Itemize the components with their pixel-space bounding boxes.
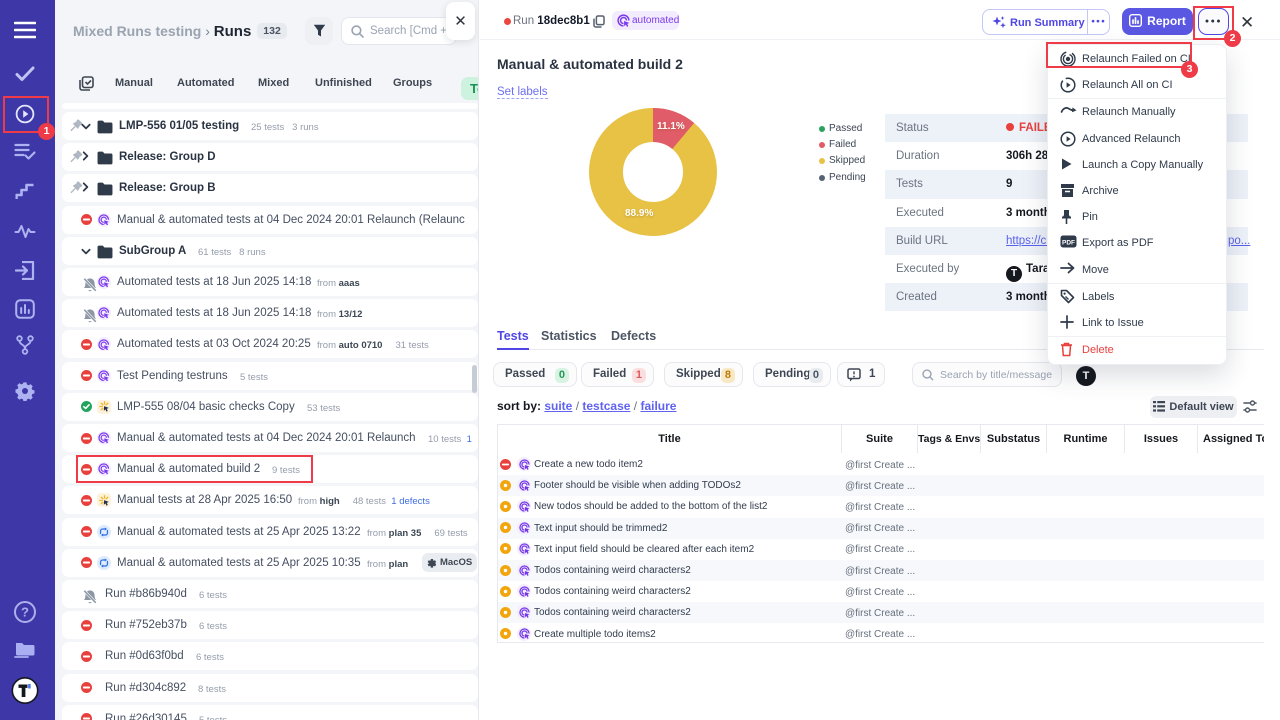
svg-text:?: ? (21, 605, 29, 620)
svg-text:PDF: PDF (1062, 240, 1075, 247)
